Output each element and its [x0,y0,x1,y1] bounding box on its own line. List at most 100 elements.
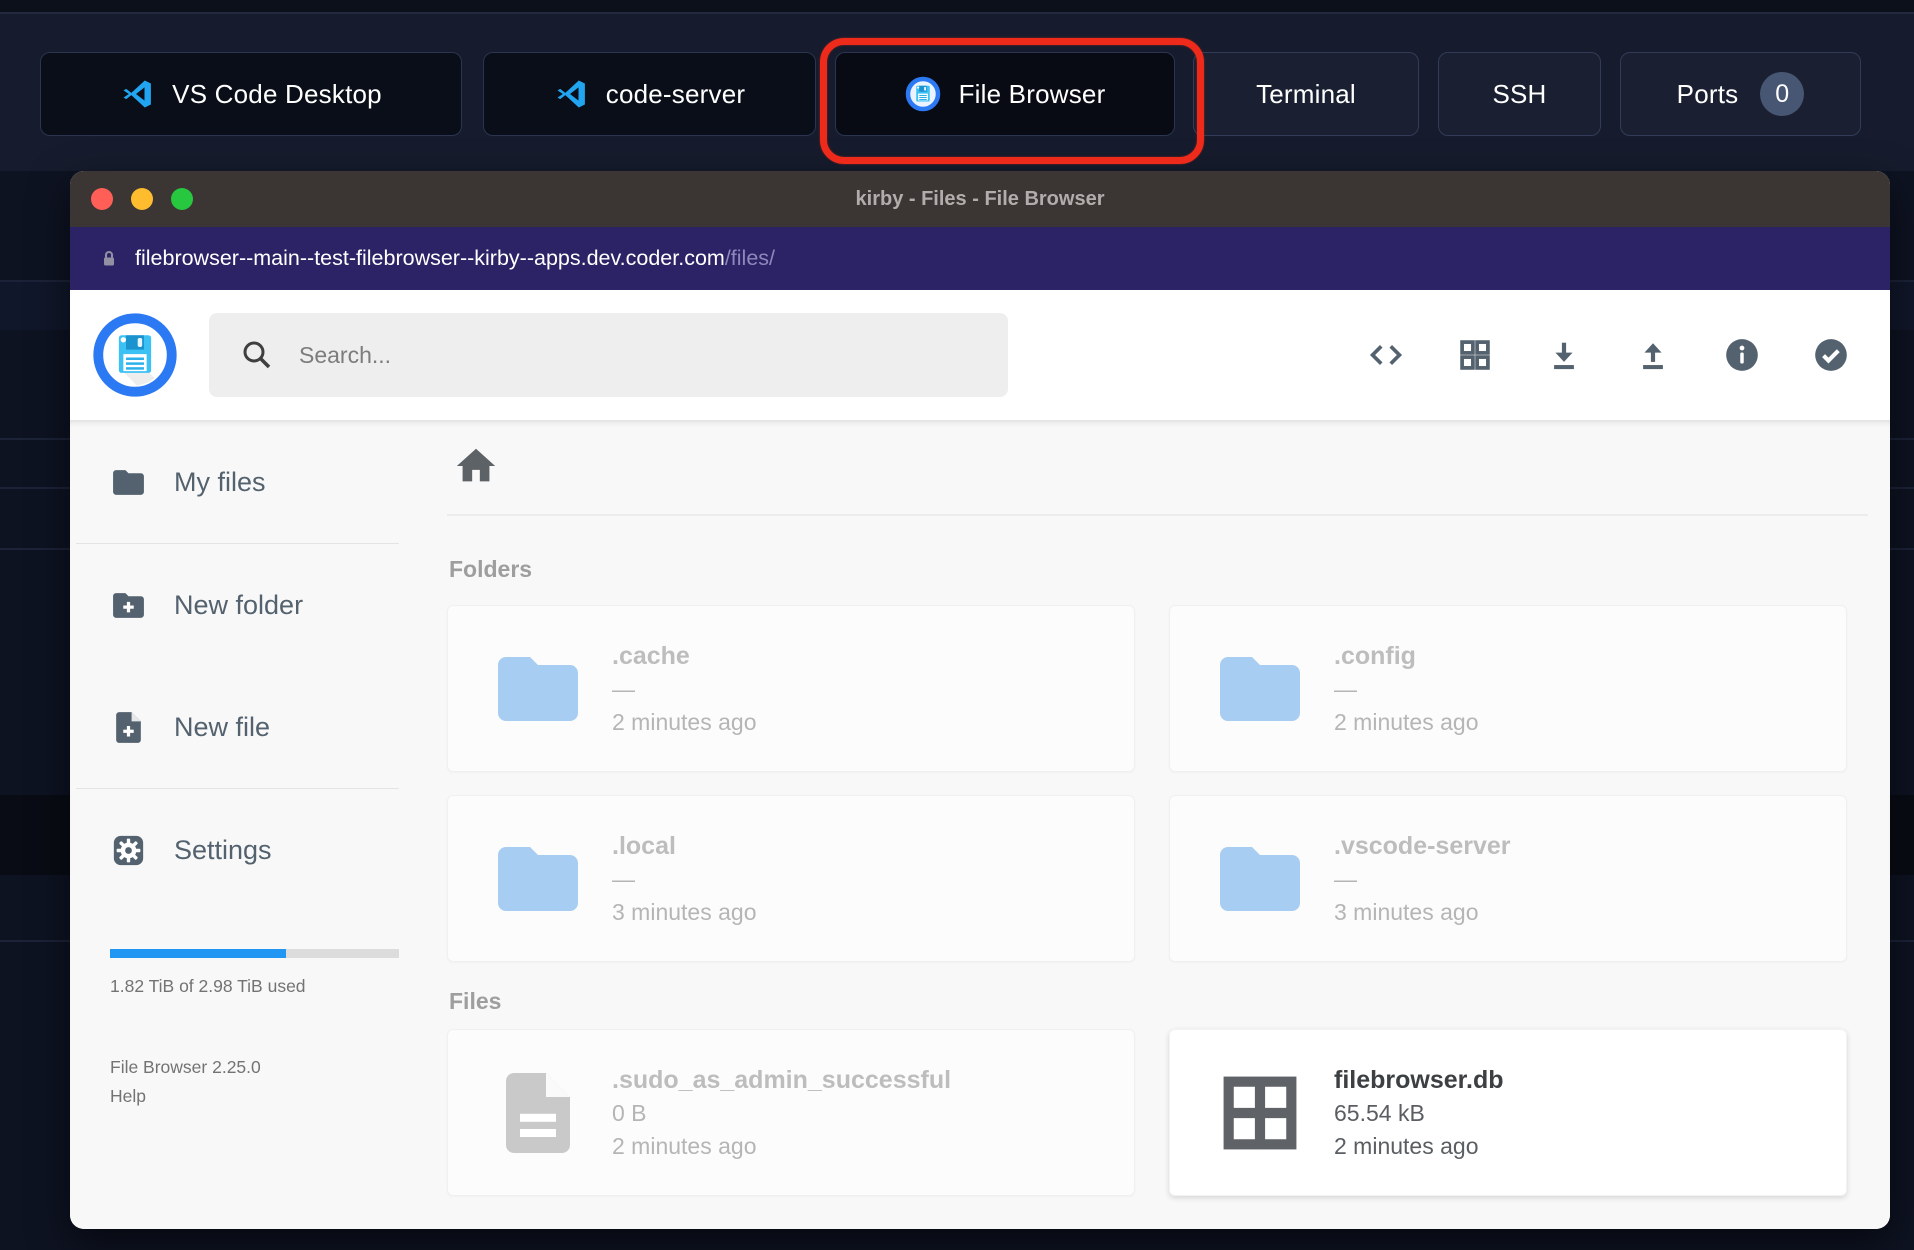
vscode-icon [557,80,585,108]
search-bar[interactable] [209,313,1008,397]
search-icon [243,341,271,369]
help-link[interactable]: Help [110,1086,146,1107]
item-modified: 2 minutes ago [1334,708,1479,735]
sidebar-item-settings[interactable]: Settings [110,824,272,876]
app-version: File Browser 2.25.0 [110,1057,261,1077]
ports-count-badge: 0 [1760,72,1805,116]
folder-card-cache[interactable]: .cache — 2 minutes ago [447,605,1135,772]
folder-plus-icon [113,592,144,618]
url-domain: filebrowser--main--test-filebrowser--kir… [135,246,725,270]
files-grid: .sudo_as_admin_successful 0 B 2 minutes … [447,1029,1868,1196]
storage-usage-label: 1.82 TiB of 2.98 TiB used [110,976,306,996]
storage-usage-fill [110,949,287,958]
item-name: filebrowser.db [1334,1065,1504,1094]
folder-card-config[interactable]: .config — 2 minutes ago [1169,605,1847,772]
item-details: .local — 3 minutes ago [612,829,756,929]
sidebar-item-new-file[interactable]: New file [110,701,270,753]
gear-icon [113,835,144,865]
breadcrumb [447,420,1868,516]
sidebar-divider [76,543,399,544]
item-details: filebrowser.db 65.54 kB 2 minutes ago [1334,1063,1503,1163]
window-titlebar: kirby - Files - File Browser [70,171,1890,227]
item-modified: 3 minutes ago [612,898,757,925]
file-icon [486,1063,590,1163]
item-modified: 2 minutes ago [612,708,757,735]
folder-icon [486,831,590,927]
folder-icon [486,641,590,737]
sidebar-divider [76,788,399,789]
item-size: — [1334,865,1357,892]
tab-label: SSH [1492,78,1547,109]
item-name: .cache [612,641,690,670]
code-icon[interactable] [1367,336,1405,374]
vscode-icon [123,80,152,108]
info-icon[interactable] [1723,336,1761,374]
search-input[interactable] [297,340,988,370]
file-card-sudo-as-admin-successful[interactable]: .sudo_as_admin_successful 0 B 2 minutes … [447,1029,1135,1196]
top-strip [0,0,1914,14]
item-size: 65.54 kB [1334,1099,1425,1126]
section-title-folders: Folders [449,556,533,582]
window-title: kirby - Files - File Browser [855,188,1105,210]
sidebar: My files New folder New file Settings 1.… [70,420,447,1229]
file-plus-icon [116,711,141,743]
folders-grid: .cache — 2 minutes ago .config — 2 minut… [447,605,1868,962]
url-path: /files/ [724,246,775,270]
folder-icon [1208,641,1312,737]
item-name: .sudo_as_admin_successful [612,1065,952,1094]
folder-icon [113,469,144,495]
tab-ports[interactable]: Ports 0 [1620,52,1861,136]
item-details: .cache — 2 minutes ago [612,639,756,739]
sidebar-item-label: New folder [174,589,304,620]
tab-label: Ports [1676,78,1739,109]
filebrowser-logo-icon [93,313,177,397]
tab-label: code-server [605,78,746,109]
app-content: My files New folder New file Settings 1.… [70,420,1890,1229]
lock-icon [104,250,114,265]
filebrowser-icon [905,76,940,112]
item-modified: 3 minutes ago [1334,898,1479,925]
item-size: — [612,865,635,892]
folder-card-vscode-server[interactable]: .vscode-server — 3 minutes ago [1169,795,1847,962]
browser-window: kirby - Files - File Browser filebrowser… [70,171,1890,1229]
item-name: .vscode-server [1334,831,1511,860]
tab-ssh[interactable]: SSH [1438,52,1601,136]
tab-terminal[interactable]: Terminal [1193,52,1419,136]
item-size: 0 B [612,1099,647,1126]
grid-view-icon[interactable] [1456,336,1494,374]
item-details: .vscode-server — 3 minutes ago [1334,829,1511,929]
tab-file-browser[interactable]: File Browser [835,52,1175,136]
item-details: .sudo_as_admin_successful 0 B 2 minutes … [612,1063,951,1163]
address-bar[interactable]: filebrowser--main--test-filebrowser--kir… [70,227,1890,290]
storage-usage-bar [110,949,399,958]
tab-label: VS Code Desktop [172,78,382,109]
download-icon[interactable] [1545,336,1583,374]
folder-card-local[interactable]: .local — 3 minutes ago [447,795,1135,962]
sidebar-item-label: New file [174,711,271,742]
file-card-filebrowser-db[interactable]: filebrowser.db 65.54 kB 2 minutes ago [1169,1029,1847,1196]
item-modified: 2 minutes ago [612,1132,757,1159]
sidebar-item-my-files[interactable]: My files [110,456,266,508]
check-circle-icon[interactable] [1812,336,1850,374]
section-title-files: Files [449,988,502,1014]
item-size: — [1334,675,1357,702]
item-name: .config [1334,641,1416,670]
tab-vscode-desktop[interactable]: VS Code Desktop [40,52,462,136]
item-size: — [612,675,635,702]
sidebar-item-new-folder[interactable]: New folder [110,579,303,631]
database-grid-icon [1208,1066,1312,1160]
home-icon[interactable] [453,443,499,489]
upload-icon[interactable] [1634,336,1672,374]
folder-icon [1208,831,1312,927]
url-text: filebrowser--main--test-filebrowser--kir… [135,246,775,271]
item-details: .config — 2 minutes ago [1334,639,1478,739]
file-listing: Folders .cache — 2 minutes ago .config —… [447,420,1868,1196]
sidebar-item-label: Settings [174,834,272,865]
tab-label: Terminal [1256,78,1356,109]
sidebar-item-label: My files [174,466,266,497]
tab-label: File Browser [958,78,1106,109]
item-name: .local [612,831,676,860]
tab-code-server[interactable]: code-server [483,52,816,136]
header-actions [1367,290,1850,420]
filebrowser-header [70,290,1890,420]
